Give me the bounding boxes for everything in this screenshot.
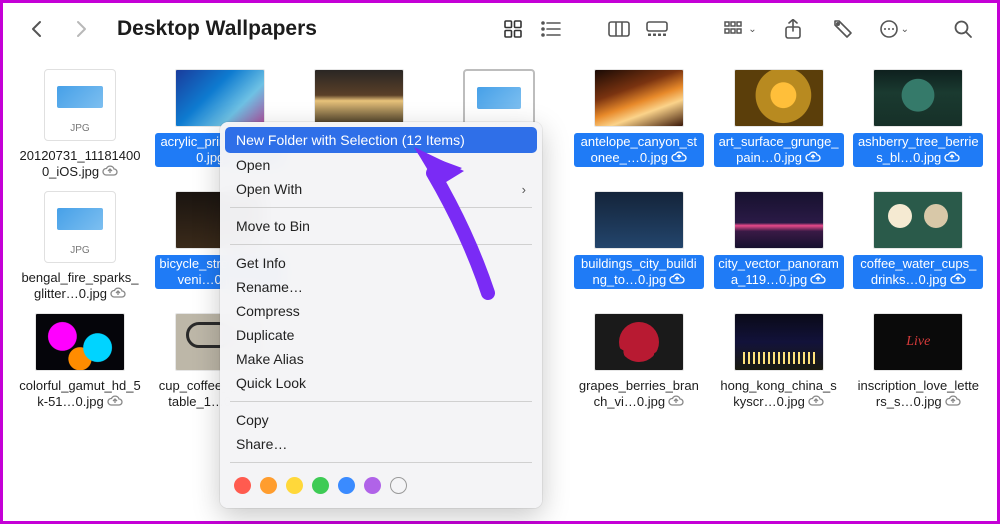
file-label: antelope_canyon_stonee_…0.jpg bbox=[574, 133, 704, 167]
file-thumbnail bbox=[44, 191, 116, 263]
menu-separator bbox=[230, 401, 532, 402]
file-thumbnail bbox=[594, 191, 684, 249]
tag-none[interactable] bbox=[390, 477, 407, 494]
menu-new-folder-selection[interactable]: New Folder with Selection (12 Items) bbox=[225, 127, 537, 153]
column-view-button[interactable] bbox=[600, 15, 638, 43]
file-item[interactable]: buildings_city_building_to…0.jpg bbox=[572, 187, 706, 303]
file-label: 20120731_111814000_iOS.jpg bbox=[15, 147, 145, 181]
tag-yellow[interactable] bbox=[286, 477, 303, 494]
cloud-icon bbox=[950, 273, 966, 285]
context-menu: New Folder with Selection (12 Items) Ope… bbox=[220, 122, 542, 508]
file-label: grapes_berries_branch_vi…0.jpg bbox=[574, 377, 704, 411]
menu-rename[interactable]: Rename… bbox=[220, 275, 542, 299]
menu-duplicate[interactable]: Duplicate bbox=[220, 323, 542, 347]
file-label: art_surface_grunge_pain…0.jpg bbox=[714, 133, 844, 167]
file-item[interactable]: hong_kong_china_skyscr…0.jpg bbox=[712, 309, 846, 411]
menu-open[interactable]: Open bbox=[220, 153, 542, 177]
file-label: buildings_city_building_to…0.jpg bbox=[574, 255, 704, 289]
cloud-icon bbox=[107, 395, 123, 407]
file-item[interactable]: art_surface_grunge_pain…0.jpg bbox=[712, 65, 846, 181]
toolbar: Desktop Wallpapers bbox=[3, 3, 997, 55]
cloud-icon bbox=[668, 395, 684, 407]
cloud-icon bbox=[671, 151, 687, 163]
file-item[interactable]: bengal_fire_sparks_glitter…0.jpg bbox=[13, 187, 147, 303]
tag-green[interactable] bbox=[312, 477, 329, 494]
tag-purple[interactable] bbox=[364, 477, 381, 494]
menu-separator bbox=[230, 244, 532, 245]
file-label: colorful_gamut_hd_5k-51…0.jpg bbox=[15, 377, 145, 411]
cloud-icon bbox=[944, 151, 960, 163]
forward-button[interactable] bbox=[67, 15, 95, 43]
share-button[interactable] bbox=[779, 15, 807, 43]
cloud-icon bbox=[102, 165, 118, 177]
tag-blue[interactable] bbox=[338, 477, 355, 494]
file-item[interactable]: 20120731_111814000_iOS.jpg bbox=[13, 65, 147, 181]
menu-copy[interactable]: Copy bbox=[220, 408, 542, 432]
cloud-icon bbox=[808, 395, 824, 407]
file-label: city_vector_panorama_119…0.jpg bbox=[714, 255, 844, 289]
menu-tags-row bbox=[220, 469, 542, 498]
menu-separator bbox=[230, 462, 532, 463]
gallery-view-button[interactable] bbox=[638, 15, 676, 43]
icon-view-button[interactable] bbox=[494, 15, 532, 43]
file-label: inscription_love_letters_s…0.jpg bbox=[853, 377, 983, 411]
file-thumbnail bbox=[175, 69, 265, 127]
menu-quick-look[interactable]: Quick Look bbox=[220, 371, 542, 395]
actions-button[interactable]: ⌄ bbox=[879, 15, 909, 43]
cloud-icon bbox=[110, 287, 126, 299]
submenu-arrow-icon: › bbox=[522, 182, 526, 197]
cloud-icon bbox=[805, 151, 821, 163]
menu-move-to-bin[interactable]: Move to Bin bbox=[220, 214, 542, 238]
cloud-icon bbox=[945, 395, 961, 407]
file-thumbnail bbox=[734, 313, 824, 371]
file-label: coffee_water_cups_drinks…0.jpg bbox=[853, 255, 983, 289]
menu-open-with[interactable]: Open With› bbox=[220, 177, 542, 201]
file-item[interactable]: grapes_berries_branch_vi…0.jpg bbox=[572, 309, 706, 411]
file-thumbnail bbox=[314, 69, 404, 127]
menu-make-alias[interactable]: Make Alias bbox=[220, 347, 542, 371]
folder-title: Desktop Wallpapers bbox=[117, 17, 317, 41]
file-thumbnail bbox=[44, 69, 116, 141]
file-item[interactable]: colorful_gamut_hd_5k-51…0.jpg bbox=[13, 309, 147, 411]
file-item[interactable]: inscription_love_letters_s…0.jpg bbox=[851, 309, 985, 411]
file-thumbnail bbox=[734, 69, 824, 127]
file-thumbnail bbox=[873, 313, 963, 371]
cloud-icon bbox=[810, 273, 826, 285]
file-thumbnail bbox=[873, 69, 963, 127]
menu-separator bbox=[230, 207, 532, 208]
search-button[interactable] bbox=[949, 15, 977, 43]
file-item[interactable]: antelope_canyon_stonee_…0.jpg bbox=[572, 65, 706, 181]
file-item[interactable]: ashberry_tree_berries_bl…0.jpg bbox=[851, 65, 985, 181]
cloud-icon bbox=[669, 273, 685, 285]
file-item[interactable]: city_vector_panorama_119…0.jpg bbox=[712, 187, 846, 303]
menu-get-info[interactable]: Get Info bbox=[220, 251, 542, 275]
group-by-button[interactable]: ⌄ bbox=[724, 15, 756, 43]
tag-red[interactable] bbox=[234, 477, 251, 494]
file-thumbnail bbox=[594, 69, 684, 127]
menu-share[interactable]: Share… bbox=[220, 432, 542, 456]
file-thumbnail bbox=[35, 313, 125, 371]
file-thumbnail bbox=[873, 191, 963, 249]
file-label: hong_kong_china_skyscr…0.jpg bbox=[714, 377, 844, 411]
file-thumbnail bbox=[734, 191, 824, 249]
menu-compress[interactable]: Compress bbox=[220, 299, 542, 323]
file-item[interactable]: coffee_water_cups_drinks…0.jpg bbox=[851, 187, 985, 303]
file-label: ashberry_tree_berries_bl…0.jpg bbox=[853, 133, 983, 167]
tags-button[interactable] bbox=[829, 15, 857, 43]
tag-orange[interactable] bbox=[260, 477, 277, 494]
file-thumbnail bbox=[594, 313, 684, 371]
view-mode-group bbox=[494, 15, 570, 43]
file-label: bengal_fire_sparks_glitter…0.jpg bbox=[15, 269, 145, 303]
list-view-button[interactable] bbox=[532, 15, 570, 43]
back-button[interactable] bbox=[23, 15, 51, 43]
